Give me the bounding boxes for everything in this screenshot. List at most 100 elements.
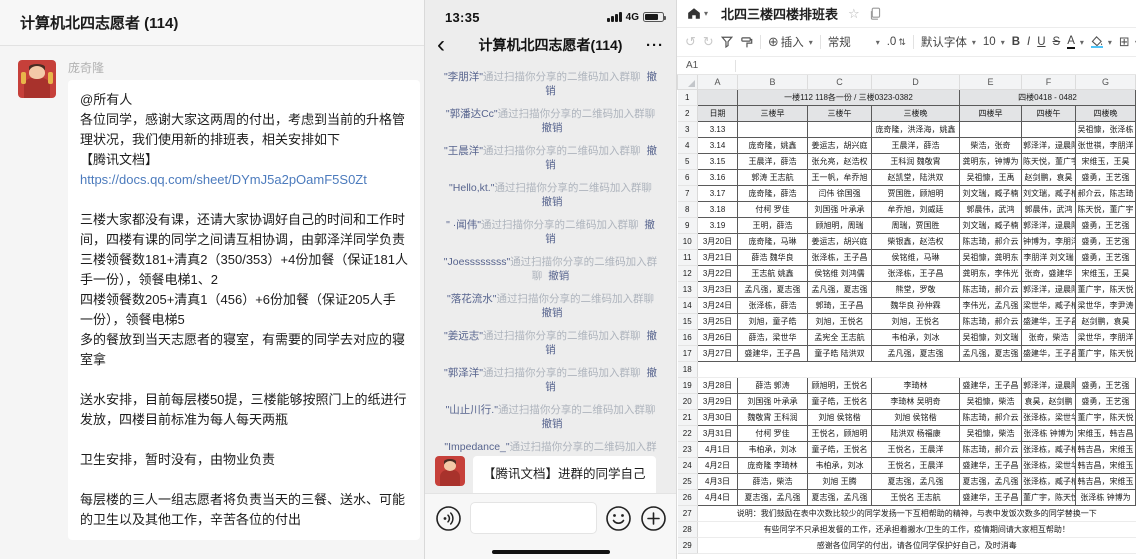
revoke-link[interactable]: 撤销	[542, 307, 563, 319]
bold-button[interactable]: B	[1012, 36, 1020, 48]
column-header[interactable]: A	[698, 75, 738, 89]
sheet-cell[interactable]: 郭琦，王子昌	[808, 297, 872, 313]
row-number[interactable]: 1	[678, 89, 698, 105]
sender-avatar[interactable]	[435, 456, 465, 486]
row-number[interactable]: 14	[678, 297, 698, 313]
sheet-cell[interactable]: 王明，薛浩	[738, 217, 808, 233]
row-number[interactable]: 9	[678, 217, 698, 233]
sheet-cell[interactable]: 3月22日	[698, 265, 738, 281]
sheet-cell[interactable]: 侯铭维，马琳	[872, 249, 960, 265]
filter-icon[interactable]	[721, 36, 733, 48]
sheet-cell[interactable]: 庞奇隆 李琦林	[738, 457, 808, 473]
row-number[interactable]: 6	[678, 169, 698, 185]
sheet-cell[interactable]: 3月28日	[698, 377, 738, 393]
sheet-cell[interactable]: 董广宇，陈天悦	[1022, 489, 1076, 505]
emoji-icon[interactable]	[605, 505, 632, 532]
sheet-cell[interactable]: 刘旭，童子皓	[738, 313, 808, 329]
row-number[interactable]: 27	[678, 505, 698, 521]
sheet-cell[interactable]: 张允亮，赵浩权	[808, 153, 872, 169]
tencent-doc-link[interactable]: https://docs.qq.com/sheet/DYmJ5a2pOamF5S…	[80, 172, 367, 187]
sheet-cell[interactable]: 陈志琦，郝介云	[960, 233, 1022, 249]
field-header-cell[interactable]: 日期	[698, 105, 738, 121]
sheet-cell[interactable]: 柴银鑫，赵浩权	[872, 233, 960, 249]
sheet-cell[interactable]: 3.17	[698, 185, 738, 201]
sheet-cell[interactable]: 陈志琦，郝介云	[960, 441, 1022, 457]
sheet-cell[interactable]: 梁世华，李朋洋	[1076, 329, 1136, 345]
sheet-cell[interactable]: 刘文瑞，臧子楠	[960, 217, 1022, 233]
sheet-cell[interactable]: 张泽栋，臧子楠	[1022, 473, 1076, 489]
sheet-cell[interactable]: 赵剑鹏，袁昊	[1076, 313, 1136, 329]
sheet-cell[interactable]: 张泽栋，梁世华	[1022, 457, 1076, 473]
sheet-cell[interactable]: 庞奇隆，洪泽海，姚鑫	[872, 121, 960, 137]
sheet-cell[interactable]: 吴祖慷，王禹	[960, 169, 1022, 185]
sheet-cell[interactable]: 赵剑鹏，袁昊	[1022, 169, 1076, 185]
row-number[interactable]: 2	[678, 105, 698, 121]
sheet-cell[interactable]: 付柯 罗佳	[738, 201, 808, 217]
font-size-select[interactable]: 10 ▾	[983, 36, 1005, 48]
row-number[interactable]: 15	[678, 313, 698, 329]
row-number[interactable]: 7	[678, 185, 698, 201]
sheet-cell[interactable]	[960, 361, 1022, 377]
sheet-cell[interactable]: 宋维玉，韩吉昌	[1076, 425, 1136, 441]
sheet-cell[interactable]: 闫伟 徐国强	[808, 185, 872, 201]
sheet-cell[interactable]: 3月21日	[698, 249, 738, 265]
sheet-cell[interactable]: 刘国强 叶承承	[738, 393, 808, 409]
insert-button[interactable]: ⊕ 插入 ▾	[768, 34, 813, 50]
sheet-cell[interactable]: 3.16	[698, 169, 738, 185]
sheet-cell[interactable]: 刘旭 侯铭楷	[808, 409, 872, 425]
strikethrough-button[interactable]: S	[1053, 36, 1061, 48]
row-number[interactable]: 19	[678, 377, 698, 393]
sheet-cell[interactable]	[698, 89, 738, 105]
sheet-cell[interactable]: 3月23日	[698, 281, 738, 297]
column-header[interactable]: E	[960, 75, 1022, 89]
sheet-cell[interactable]: 陆洪双 杨福康	[872, 425, 960, 441]
home-indicator[interactable]	[492, 550, 610, 554]
sheet-cell[interactable]: 李琦林	[872, 377, 960, 393]
row-number[interactable]: 11	[678, 249, 698, 265]
sheet-cell[interactable]: 张泽栋，梁世华	[1022, 409, 1076, 425]
sheet-cell[interactable]: 王晨洋，薛浩	[872, 137, 960, 153]
sheet-cell[interactable]: 熊堂，罗敬	[872, 281, 960, 297]
sheet-cell[interactable]: 刘文瑞，臧子楠	[960, 185, 1022, 201]
revoke-link[interactable]: 撤销	[548, 270, 569, 282]
sheet-cell[interactable]: 薛浩，柴浩	[738, 473, 808, 489]
sheet-cell[interactable]: 郝介云，陈志琦	[1076, 185, 1136, 201]
sheet-cell[interactable]: 郭泽洋，逯晨阳	[1022, 217, 1076, 233]
sheet-cell[interactable]: 陈志琦，郝介云	[960, 281, 1022, 297]
sheet-cell[interactable]: 盛勇，王艺强	[1076, 233, 1136, 249]
row-number[interactable]: 22	[678, 425, 698, 441]
field-header-cell[interactable]: 四楼午	[1022, 105, 1076, 121]
sheet-cell[interactable]: 孟凡强，夏志强	[738, 281, 808, 297]
sheet-cell[interactable]: 薛浩，梁世华	[738, 329, 808, 345]
sheet-cell[interactable]: 王科润 魏敬霄	[872, 153, 960, 169]
sheet-cell[interactable]: 3.14	[698, 137, 738, 153]
sheet-cell[interactable]: 盛勇，王艺强	[1076, 217, 1136, 233]
sheet-cell[interactable]: 陈天悦，董广宇	[1076, 201, 1136, 217]
row-number[interactable]: 29	[678, 537, 698, 553]
sheet-cell[interactable]: 宋维玉，王昊	[1076, 265, 1136, 281]
row-number[interactable]: 4	[678, 137, 698, 153]
field-header-cell[interactable]: 四楼晚	[1076, 105, 1136, 121]
sheet-cell[interactable]: 4月3日	[698, 473, 738, 489]
sheet-cell[interactable]: 盛建华，王子昌	[960, 377, 1022, 393]
row-number[interactable]: 12	[678, 265, 698, 281]
sheet-cell[interactable]: 郭涛 王志航	[738, 169, 808, 185]
sheet-cell[interactable]: 张世祺，李朋洋	[1076, 137, 1136, 153]
sheet-cell[interactable]: 姜运志，胡兴庭	[808, 233, 872, 249]
row-number[interactable]: 18	[678, 361, 698, 377]
sheet-cell[interactable]: 郭泽洋，逯晨阳	[1022, 377, 1076, 393]
sheet-cell[interactable]: 龚明东，李伟光	[960, 265, 1022, 281]
more-icon[interactable]: ···	[646, 37, 664, 54]
sheet-cell[interactable]: 盛建华，王子昌	[1022, 345, 1076, 361]
row-number[interactable]: 26	[678, 489, 698, 505]
sheet-cell[interactable]: 夏志强，孟凡强	[808, 489, 872, 505]
voice-icon[interactable]	[435, 505, 462, 532]
sheet-cell[interactable]: 盛建华，王子昌	[738, 345, 808, 361]
sheet-cell[interactable]: 盛勇，王艺强	[1076, 393, 1136, 409]
sheet-cell[interactable]: 夏志强，孟凡强	[738, 489, 808, 505]
sheet-cell[interactable]: 盛勇，王艺强	[1076, 169, 1136, 185]
sheet-cell[interactable]: 王晨洋，薛浩	[738, 153, 808, 169]
sheet-cell[interactable]: 庞奇隆，马琳	[738, 233, 808, 249]
row-number[interactable]: 21	[678, 409, 698, 425]
sheet-cell[interactable]: 吴祖慷，刘文瑞	[960, 329, 1022, 345]
